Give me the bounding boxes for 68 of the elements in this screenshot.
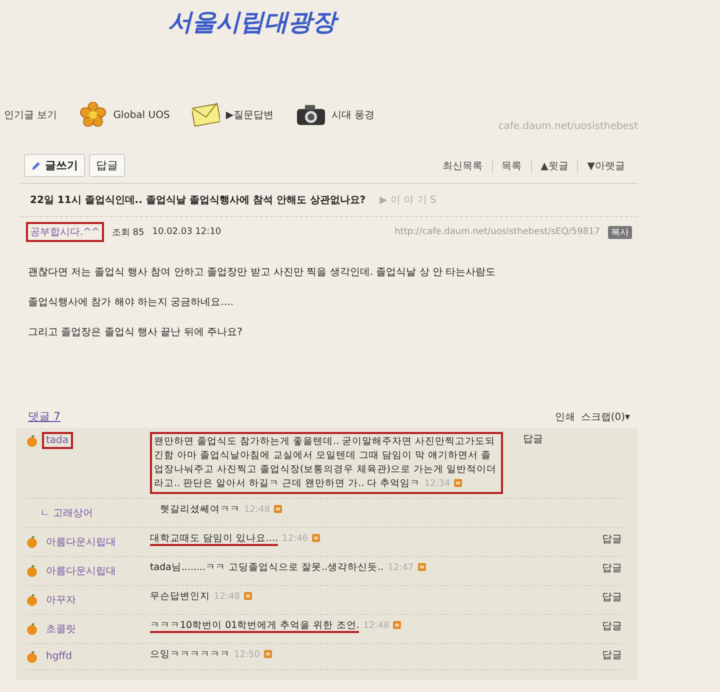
comment-author[interactable]: 아름다운시립대 <box>42 561 120 581</box>
post-paragraph: 졸업식행사에 참가 해야 하는지 궁금하네요.... <box>28 296 234 309</box>
comment-time: 12:48 <box>214 592 240 602</box>
print-link[interactable]: 인쇄 <box>554 410 575 424</box>
fruit-icon <box>26 650 38 662</box>
fruit-icon <box>26 536 38 548</box>
post-author[interactable]: 공부합시다.^^ <box>26 222 104 242</box>
cafe-title: 서울시립대광장 <box>0 0 720 62</box>
toolbar-link[interactable]: ▼아랫글 <box>577 158 634 172</box>
reply-link[interactable]: 답글 <box>582 532 622 546</box>
comment-author[interactable]: ㄴ 고래상어 <box>36 503 98 523</box>
camera-icon <box>296 104 326 126</box>
reply-link[interactable]: 답글 <box>582 619 622 633</box>
fruit-icon <box>26 594 38 606</box>
comment-text: 왠만하면 졸업식도 참가하는게 좋을텐데.. 굳이말해주자면 사진만찍고가도되긴함 아마 졸업식날아침에 교실에서 모일텐데 그때 담임이 막 얘기하면서 졸업장나눠주고 사진찍고 졸업식장(보통의경우 체육관)으로 가는게 일반적이더라고.. 판단은 알아서 하길ㅋ 근데 왠만하면 가.. 다 추억임ㅋ 12:34 <box>150 432 503 494</box>
post-title: 22일 11시 졸업식인데.. 졸업식날 졸업식행사에 참석 안해도 상관없나요? <box>30 194 366 207</box>
comment-text: tada님........ㅋㅋ 고딩졸업식으로 잘못..생각하신듯.. 12:47 <box>150 561 582 575</box>
reply-link[interactable]: 답글 <box>582 590 622 604</box>
comment-author[interactable]: 아름다운시립대 <box>42 532 120 552</box>
nav-link[interactable]: ▶질문답변 <box>226 108 274 122</box>
comment-author[interactable]: 아꾸자 <box>42 590 80 610</box>
post-date: 10.02.03 12:10 <box>152 227 222 237</box>
fruit-icon <box>26 565 38 577</box>
comment-text: 으잉ㅋㅋㅋㅋㅋㅋ 12:50 <box>150 648 582 662</box>
fruit-icon <box>26 434 38 446</box>
new-icon <box>274 505 282 514</box>
flower-icon <box>79 102 108 128</box>
nav-link[interactable]: Global UOS <box>113 110 170 120</box>
reply-link[interactable]: 답글 <box>503 432 543 446</box>
comment-time: 12:48 <box>244 505 270 515</box>
cafe-url: cafe.daum.net/uosisthebest <box>498 121 638 132</box>
comment-text: 대학교때도 담임이 있나요.... 12:46 <box>150 532 582 546</box>
nav-link[interactable]: 시대 풍경 <box>332 108 375 122</box>
new-icon <box>393 621 402 630</box>
post-url: http://cafe.daum.net/uosisthebest/sEQ/59817 <box>394 227 600 237</box>
toolbar-link[interactable]: 최신목록 <box>434 158 492 172</box>
comment-time: 12:34 <box>424 479 450 489</box>
fruit-icon <box>26 623 38 635</box>
new-icon <box>418 563 426 572</box>
comment-author[interactable]: 초콜릿 <box>42 619 80 639</box>
comment-count[interactable]: 댓글 7 <box>28 409 60 424</box>
comment-author[interactable]: tada <box>42 432 73 449</box>
view-count: 조회 85 <box>112 226 144 238</box>
new-icon <box>312 534 320 542</box>
post-paragraph: 그리고 졸업장은 졸업식 행사 끝난 뒤에 주나요? <box>28 326 244 339</box>
comment-time: 12:46 <box>282 534 308 544</box>
scrap-link[interactable]: 스크랩(0)▾ <box>580 410 630 424</box>
post-paragraph: 괜찮다면 저는 졸업식 행사 참여 안하고 졸업장만 받고 사진만 찍을 생각인데. 졸업식날 상 안 타는사람도 <box>28 266 497 279</box>
new-icon <box>454 479 462 488</box>
comment-author[interactable]: hgffd <box>42 648 76 665</box>
reply-link[interactable]: 답글 <box>582 561 622 575</box>
new-icon <box>244 592 252 600</box>
comment-time: 12:48 <box>363 621 390 631</box>
reply-button[interactable]: 답글 <box>89 154 125 177</box>
envelope-icon <box>192 103 220 127</box>
write-button[interactable]: 글쓰기 <box>24 154 85 177</box>
toolbar-link[interactable]: 목록 <box>492 158 531 172</box>
comment-text: 무슨답변인지 12:48 <box>150 590 582 604</box>
reply-link[interactable]: 답글 <box>582 648 622 662</box>
new-icon <box>264 650 272 658</box>
comment-time: 12:50 <box>234 650 260 660</box>
comment-time: 12:47 <box>388 563 414 573</box>
pencil-icon <box>31 160 41 170</box>
nav-link[interactable]: 인기글 보기 <box>4 108 58 122</box>
toolbar-link[interactable]: ▲윗글 <box>530 158 578 172</box>
copy-button[interactable]: 복사 <box>608 226 632 238</box>
comment-text: 헷갈리셨쎄여ㅋㅋ 12:48 <box>160 503 582 517</box>
comment-text: ㅋㅋㅋ10학번이 01학번에게 추억을 위한 조언. 12:48 <box>150 619 582 633</box>
